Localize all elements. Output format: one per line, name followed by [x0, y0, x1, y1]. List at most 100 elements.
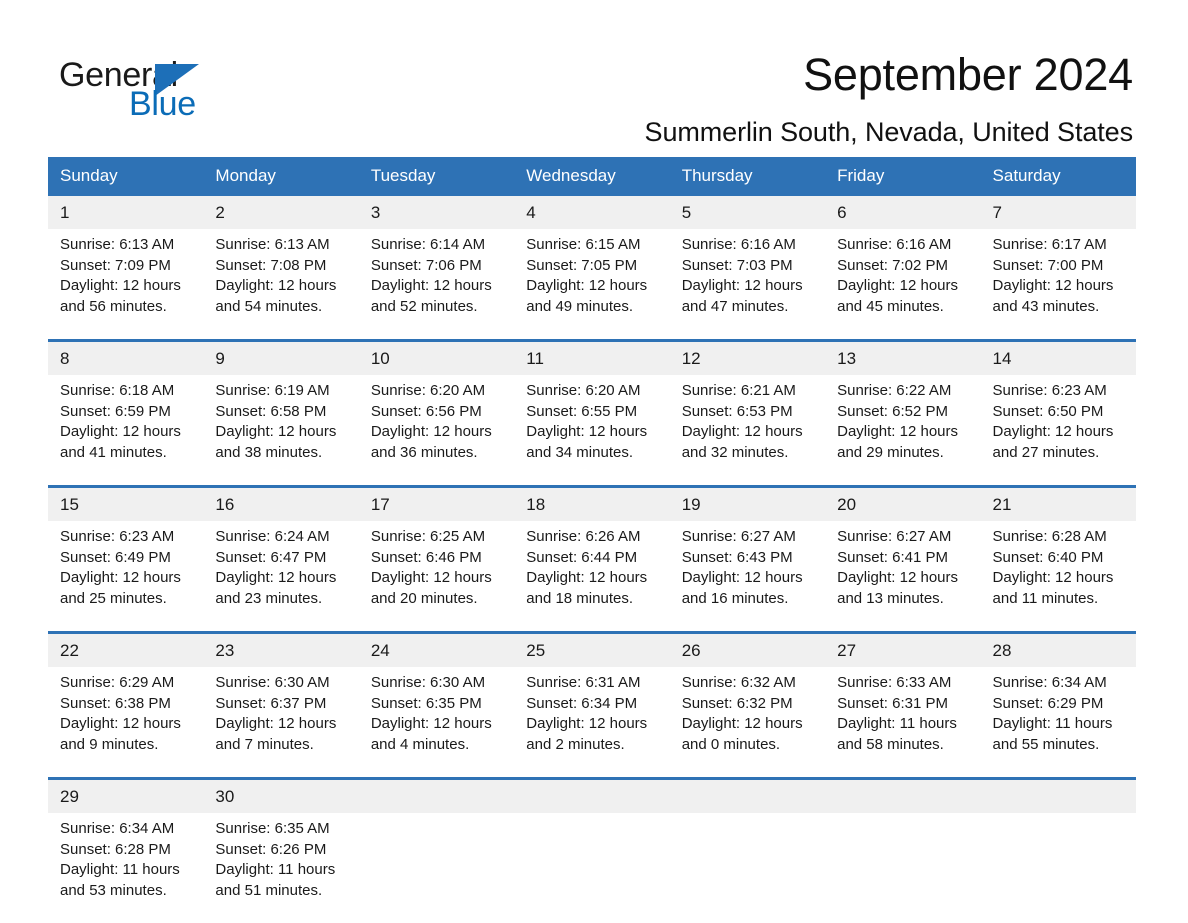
daylight-text-line2: and 9 minutes.: [60, 735, 159, 753]
day-number[interactable]: 7: [980, 196, 1136, 229]
day-number[interactable]: 23: [203, 631, 359, 667]
daylight-text-line1: Daylight: 12 hours: [215, 277, 337, 294]
day-number[interactable]: 15: [48, 485, 204, 521]
sunset-text: Sunset: 6:40 PM: [992, 548, 1104, 566]
day-number[interactable]: 10: [358, 339, 515, 375]
day-cell[interactable]: Sunrise: 6:22 AM Sunset: 6:52 PM Daylight:…: [825, 375, 981, 487]
sunrise-text: Sunrise: 6:21 AM: [681, 382, 796, 399]
day-cell[interactable]: Sunrise: 6:16 AM Sunset: 7:03 PM Daylight:…: [669, 229, 826, 341]
day-number[interactable]: 14: [980, 339, 1136, 375]
daylight-text-line2: and 25 minutes.: [60, 589, 167, 607]
day-number[interactable]: 4: [514, 196, 670, 229]
day-cell[interactable]: Sunrise: 6:34 AM Sunset: 6:29 PM Daylight:…: [980, 667, 1136, 779]
sunrise-text: Sunrise: 6:27 AM: [681, 528, 796, 545]
daylight-text-line1: Daylight: 12 hours: [60, 277, 181, 294]
daylight-text-line1: Daylight: 12 hours: [992, 423, 1114, 440]
day-cell[interactable]: Sunrise: 6:20 AM Sunset: 6:56 PM Daylight:…: [358, 375, 515, 487]
day-number[interactable]: 6: [825, 196, 981, 229]
day-cell[interactable]: Sunrise: 6:19 AM Sunset: 6:58 PM Daylight:…: [203, 375, 359, 487]
day-number[interactable]: 18: [514, 485, 670, 521]
general-blue-logo[interactable]: General Blue: [59, 55, 319, 125]
day-cell[interactable]: Sunrise: 6:16 AM Sunset: 7:02 PM Daylight:…: [825, 229, 981, 341]
sunrise-text: Sunrise: 6:16 AM: [837, 236, 952, 253]
day-number: [980, 777, 1136, 813]
day-cell[interactable]: Sunrise: 6:15 AM Sunset: 7:05 PM Daylight:…: [514, 229, 670, 341]
sunset-text: Sunset: 6:43 PM: [681, 548, 793, 566]
day-cell[interactable]: Sunrise: 6:34 AM Sunset: 6:28 PM Daylight:…: [48, 813, 204, 923]
calendar-week-details: Sunrise: 6:13 AM Sunset: 7:09 PM Daylight:…: [48, 229, 1136, 341]
day-cell[interactable]: Sunrise: 6:23 AM Sunset: 6:50 PM Daylight:…: [980, 375, 1136, 487]
day-number[interactable]: 11: [514, 339, 670, 375]
day-cell[interactable]: Sunrise: 6:25 AM Sunset: 6:46 PM Daylight:…: [358, 521, 515, 633]
day-cell[interactable]: Sunrise: 6:29 AM Sunset: 6:38 PM Daylight:…: [48, 667, 204, 779]
day-cell[interactable]: Sunrise: 6:27 AM Sunset: 6:41 PM Daylight:…: [825, 521, 981, 633]
sunset-text: Sunset: 6:47 PM: [215, 548, 327, 566]
daylight-text-line2: and 23 minutes.: [215, 589, 323, 607]
daylight-text-line1: Daylight: 11 hours: [60, 861, 180, 878]
day-cell[interactable]: Sunrise: 6:33 AM Sunset: 6:31 PM Daylight:…: [825, 667, 981, 779]
sunrise-text: Sunrise: 6:19 AM: [215, 382, 330, 399]
day-number[interactable]: 16: [203, 485, 359, 521]
daylight-text-line2: and 45 minutes.: [837, 297, 944, 315]
day-number[interactable]: 2: [203, 196, 359, 229]
day-number[interactable]: 22: [48, 631, 204, 667]
day-cell[interactable]: Sunrise: 6:31 AM Sunset: 6:34 PM Daylight:…: [514, 667, 670, 779]
calendar-header-row: Sunday Monday Tuesday Wednesday Thursday…: [48, 157, 1136, 196]
day-cell[interactable]: Sunrise: 6:30 AM Sunset: 6:35 PM Daylight:…: [358, 667, 515, 779]
daylight-text-line2: and 11 minutes.: [992, 589, 1099, 607]
day-cell[interactable]: Sunrise: 6:30 AM Sunset: 6:37 PM Daylight:…: [203, 667, 359, 779]
day-number[interactable]: 3: [358, 196, 515, 229]
day-number[interactable]: 12: [669, 339, 826, 375]
day-number[interactable]: 28: [980, 631, 1136, 667]
day-number[interactable]: 5: [669, 196, 826, 229]
day-cell[interactable]: Sunrise: 6:13 AM Sunset: 7:08 PM Daylight:…: [203, 229, 359, 341]
day-cell[interactable]: Sunrise: 6:18 AM Sunset: 6:59 PM Daylight:…: [48, 375, 204, 487]
day-cell[interactable]: Sunrise: 6:28 AM Sunset: 6:40 PM Daylight:…: [980, 521, 1136, 633]
day-number[interactable]: 30: [203, 777, 359, 813]
day-number[interactable]: 17: [358, 485, 515, 521]
day-number[interactable]: 21: [980, 485, 1136, 521]
day-number[interactable]: 26: [669, 631, 826, 667]
weekday-header-monday: Monday: [203, 157, 359, 196]
daylight-text-line1: Daylight: 12 hours: [60, 715, 181, 732]
day-cell[interactable]: Sunrise: 6:20 AM Sunset: 6:55 PM Daylight:…: [514, 375, 670, 487]
daylight-text-line1: Daylight: 12 hours: [992, 569, 1114, 586]
day-number[interactable]: 9: [203, 339, 359, 375]
day-cell[interactable]: Sunrise: 6:13 AM Sunset: 7:09 PM Daylight:…: [48, 229, 204, 341]
day-number[interactable]: 24: [358, 631, 515, 667]
day-number[interactable]: 19: [669, 485, 826, 521]
sunrise-text: Sunrise: 6:23 AM: [992, 382, 1107, 399]
day-cell[interactable]: Sunrise: 6:21 AM Sunset: 6:53 PM Daylight:…: [669, 375, 826, 487]
day-number[interactable]: 13: [825, 339, 981, 375]
sunset-text: Sunset: 6:58 PM: [215, 402, 327, 420]
day-number[interactable]: 29: [48, 777, 204, 813]
day-number[interactable]: 27: [825, 631, 981, 667]
day-cell[interactable]: Sunrise: 6:27 AM Sunset: 6:43 PM Daylight:…: [669, 521, 826, 633]
daylight-text-line2: and 56 minutes.: [60, 297, 167, 315]
day-cell[interactable]: Sunrise: 6:23 AM Sunset: 6:49 PM Daylight:…: [48, 521, 204, 633]
day-number[interactable]: 1: [48, 196, 204, 229]
day-cell[interactable]: Sunrise: 6:24 AM Sunset: 6:47 PM Daylight:…: [203, 521, 359, 633]
day-number[interactable]: 25: [514, 631, 670, 667]
day-cell[interactable]: Sunrise: 6:32 AM Sunset: 6:32 PM Daylight:…: [669, 667, 826, 779]
day-cell[interactable]: Sunrise: 6:35 AM Sunset: 6:26 PM Daylight:…: [203, 813, 359, 923]
day-number[interactable]: 8: [48, 339, 204, 375]
sunset-text: Sunset: 6:55 PM: [526, 402, 638, 420]
sunrise-text: Sunrise: 6:17 AM: [992, 236, 1107, 253]
daylight-text-line2: and 7 minutes.: [215, 735, 314, 753]
day-number[interactable]: 20: [825, 485, 981, 521]
day-cell: [825, 813, 981, 923]
calendar-week-daynumbers: 1234567: [48, 196, 1136, 229]
sunset-text: Sunset: 6:50 PM: [992, 402, 1104, 420]
daylight-text-line2: and 16 minutes.: [681, 589, 789, 607]
day-cell[interactable]: Sunrise: 6:17 AM Sunset: 7:00 PM Daylight:…: [980, 229, 1136, 341]
sunrise-text: Sunrise: 6:24 AM: [215, 528, 330, 545]
daylight-text-line1: Daylight: 12 hours: [370, 715, 492, 732]
daylight-text-line1: Daylight: 12 hours: [681, 423, 803, 440]
daylight-text-line2: and 52 minutes.: [370, 297, 478, 315]
daylight-text-line1: Daylight: 12 hours: [837, 569, 959, 586]
day-cell[interactable]: Sunrise: 6:26 AM Sunset: 6:44 PM Daylight:…: [514, 521, 670, 633]
day-cell[interactable]: Sunrise: 6:14 AM Sunset: 7:06 PM Daylight:…: [358, 229, 515, 341]
calendar-week-details: Sunrise: 6:34 AM Sunset: 6:28 PM Daylight:…: [48, 813, 1136, 923]
calendar-page: General Blue September 2024 Summerlin So…: [0, 0, 1188, 923]
